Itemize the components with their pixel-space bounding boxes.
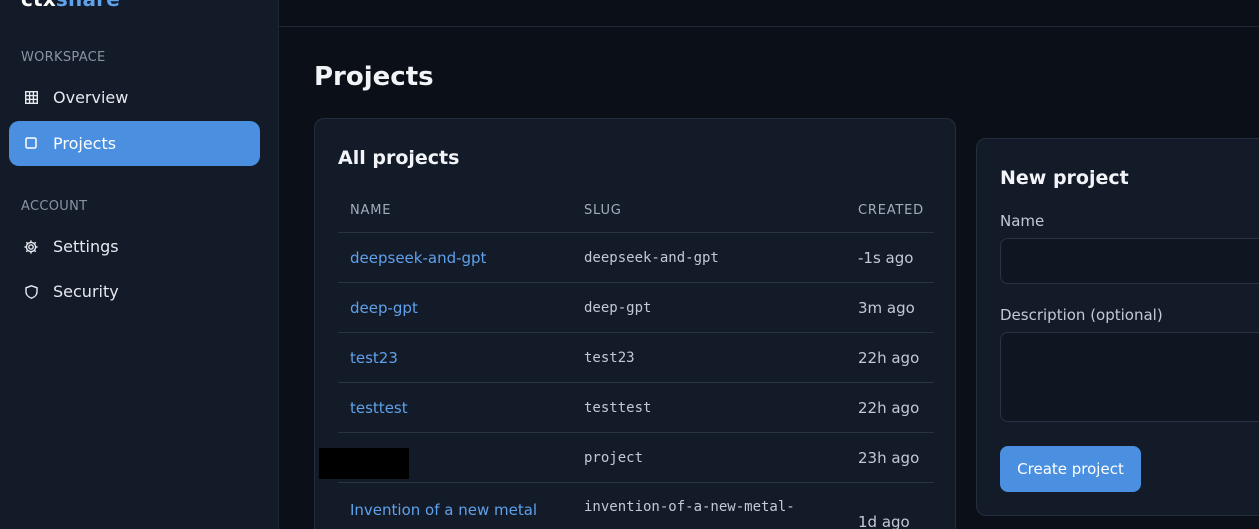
sidebar-item-label: Security (53, 282, 119, 301)
project-slug: deepseek-and-gpt (584, 250, 719, 266)
project-created: 1d ago (858, 513, 910, 529)
sidebar-item-overview[interactable]: Overview (9, 75, 260, 120)
section-label-workspace: WORKSPACE (21, 50, 106, 65)
project-slug: test23 (584, 350, 635, 366)
project-created: -1s ago (858, 249, 914, 267)
project-slug: invention-of-a-new-metal- (584, 499, 795, 515)
column-header-created: CREATED (858, 203, 924, 218)
all-projects-card: All projects NAME SLUG CREATED deepseek-… (314, 118, 956, 529)
page-title: Projects (314, 62, 434, 92)
project-created: 22h ago (858, 399, 920, 417)
project-slug: deep-gpt (584, 300, 652, 316)
column-header-name: NAME (350, 203, 392, 218)
card-title: New project (1000, 167, 1129, 189)
new-project-card: New project Name Description (optional) … (976, 138, 1259, 516)
brand-part-share: share (56, 0, 120, 11)
project-name-input[interactable] (1000, 238, 1259, 284)
table-row: Invention of a new metal invention-of-a-… (338, 483, 934, 529)
project-slug: project (584, 450, 644, 466)
project-created: 3m ago (858, 299, 915, 317)
column-header-slug: SLUG (584, 203, 622, 218)
table-row: test23 test23 22h ago (338, 333, 934, 383)
project-slug: testtest (584, 400, 652, 416)
app-root: ctxshare WORKSPACE Overview (0, 0, 1259, 529)
sidebar-item-label: Projects (53, 134, 117, 153)
sidebar: ctxshare WORKSPACE Overview (0, 0, 279, 529)
card-title: All projects (338, 147, 460, 169)
gear-icon (23, 239, 39, 255)
create-project-button[interactable]: Create project (1000, 446, 1141, 492)
table-header: NAME SLUG CREATED (338, 189, 934, 233)
brand-logo[interactable]: ctxshare (21, 0, 120, 11)
shield-icon (23, 284, 39, 300)
projects-table: NAME SLUG CREATED deepseek-and-gpt deeps… (319, 189, 934, 529)
description-field-label: Description (optional) (1000, 306, 1163, 324)
project-description-input[interactable] (1000, 332, 1259, 422)
sidebar-item-label: Overview (53, 88, 129, 107)
table-row: deep-gpt deep-gpt 3m ago (338, 283, 934, 333)
sidebar-item-security[interactable]: Security (9, 269, 260, 314)
table-row: testtest testtest 22h ago (338, 383, 934, 433)
table-row: deepseek-and-gpt deepseek-and-gpt -1s ag… (338, 233, 934, 283)
top-bar (279, 0, 1259, 27)
project-created: 22h ago (858, 349, 920, 367)
project-name-link[interactable]: deepseek-and-gpt (350, 249, 486, 267)
grid-icon (23, 90, 39, 106)
project-name-link[interactable]: Invention of a new metal (350, 501, 537, 519)
sidebar-item-projects[interactable]: Projects (9, 121, 260, 166)
project-name-link[interactable]: deep-gpt (350, 299, 418, 317)
brand-part-ctx: ctx (21, 0, 56, 11)
project-name-link[interactable]: test23 (350, 349, 398, 367)
square-icon (23, 136, 39, 152)
section-label-account: ACCOUNT (21, 199, 88, 214)
project-created: 23h ago (858, 449, 920, 467)
sidebar-item-settings[interactable]: Settings (9, 224, 260, 269)
project-name-link[interactable]: testtest (350, 399, 408, 417)
redacted-name-block (319, 448, 409, 479)
name-field-label: Name (1000, 212, 1045, 230)
sidebar-item-label: Settings (53, 237, 119, 256)
table-row: project 23h ago (319, 433, 934, 483)
